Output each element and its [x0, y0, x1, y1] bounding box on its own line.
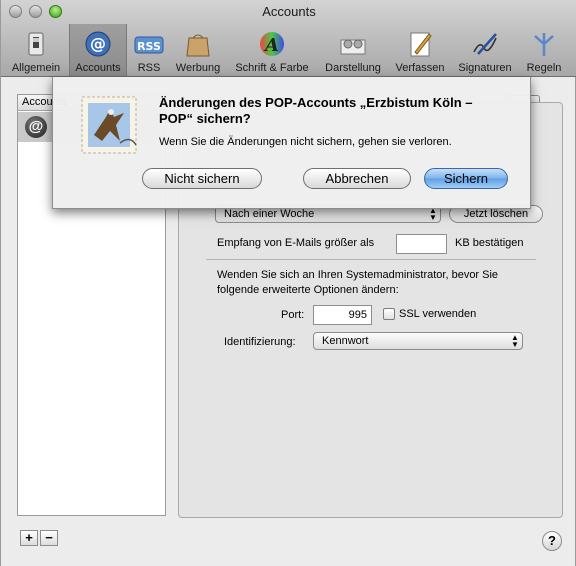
signature-icon [473, 33, 497, 55]
toolbar-allgemein[interactable]: Allgemein [5, 24, 67, 76]
svg-text:RSS: RSS [137, 40, 161, 53]
toolbar-signaturen[interactable]: Signaturen [451, 24, 519, 76]
toolbar-schrift-farbe[interactable]: A Schrift & Farbe [229, 24, 315, 76]
remove-account-button[interactable]: − [40, 530, 58, 546]
viewing-icon [340, 39, 366, 55]
port-label: Port: [281, 309, 305, 321]
rss-icon: RSS [134, 36, 164, 54]
cancel-button[interactable]: Abbrechen [303, 168, 411, 189]
auth-popup[interactable]: Kennwort ▲ ▼ [313, 332, 523, 350]
add-account-button[interactable]: + [20, 530, 38, 546]
svg-text:A: A [263, 35, 279, 56]
ssl-checkbox[interactable] [383, 308, 395, 320]
junk-bag-icon [186, 34, 210, 57]
dont-save-button[interactable]: Nicht sichern [142, 168, 262, 189]
window-title: Accounts [262, 4, 316, 19]
dialog-title: Änderungen des POP-Accounts „Erzbistum K… [159, 95, 473, 126]
port-field[interactable]: 995 [313, 305, 372, 325]
chevron-updown-icon: ▲ ▼ [429, 206, 437, 222]
help-button[interactable]: ? [542, 531, 562, 551]
size-limit-field[interactable] [396, 234, 447, 254]
at-sign-icon: @ [85, 31, 111, 57]
rules-icon [534, 33, 554, 56]
chevron-updown-icon: ▲ ▼ [511, 333, 519, 349]
mail-stamp-eagle-icon [81, 96, 137, 154]
toolbar-regeln[interactable]: Regeln [521, 24, 567, 76]
toolbar-accounts[interactable]: @ Accounts [69, 24, 127, 76]
toolbar-darstellung[interactable]: Darstellung [319, 24, 387, 76]
save-button[interactable]: Sichern [424, 168, 508, 189]
toolbar: Accounts Allgemein @ Accounts RSS RSS We… [1, 0, 576, 77]
preferences-window: Accounts Allgemein @ Accounts RSS RSS We… [0, 0, 576, 566]
at-sign-icon: @ [25, 116, 47, 138]
svg-text:@: @ [90, 34, 106, 53]
save-changes-sheet: Änderungen des POP-Accounts „Erzbistum K… [52, 77, 531, 209]
size-limit-suffix: KB bestätigen [455, 237, 524, 249]
size-limit-label: Empfang von E-Mails größer als [217, 237, 375, 249]
ssl-label: SSL verwenden [399, 308, 477, 320]
auth-label: Identifizierung: [224, 336, 296, 348]
font-color-icon: A [260, 32, 284, 56]
divider [206, 259, 536, 260]
compose-pen-icon [410, 32, 432, 57]
toolbar-rss[interactable]: RSS RSS [129, 24, 169, 76]
toolbar-werbung[interactable]: Werbung [171, 24, 225, 76]
dialog-message: Wenn Sie die Änderungen nicht sichern, g… [159, 136, 452, 148]
advanced-note: Wenden Sie sich an Ihren Systemadministr… [217, 269, 499, 296]
switch-icon [28, 32, 44, 56]
toolbar-verfassen[interactable]: Verfassen [391, 24, 449, 76]
